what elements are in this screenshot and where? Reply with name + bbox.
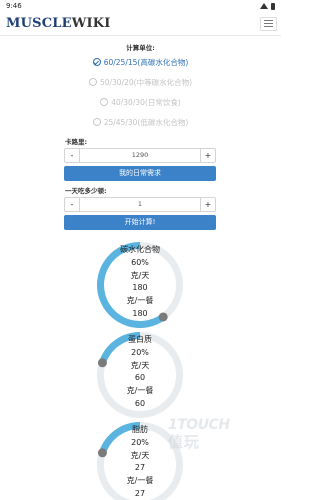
macro-per-day: 27 (134, 463, 146, 473)
radio-checked-icon[interactable] (92, 58, 101, 66)
meals-input[interactable]: 1 (80, 198, 200, 211)
calories-input[interactable]: 1290 (80, 149, 200, 162)
calories-minus-button[interactable]: - (65, 149, 80, 162)
radio-unchecked-icon[interactable] (100, 98, 109, 106)
meals-plus-button[interactable]: + (200, 198, 215, 211)
calc-unit-option-label: 25/45/30(低碳水化合物) (103, 117, 189, 127)
macro-unit-meal: 克/一餐 (126, 476, 154, 486)
calc-unit-option[interactable]: 50/30/20(中等碳水化合物) (0, 72, 281, 92)
macro-unit-day: 克/天 (130, 360, 150, 370)
calc-unit-title: 计算单位: (126, 44, 155, 52)
macro-percent: 20% (131, 347, 149, 357)
macro-name: 蛋白质 (128, 335, 152, 344)
calc-unit-options: 60/25/15(高碳水化合物) 50/30/20(中等碳水化合物) 40/30/3… (0, 52, 281, 132)
battery-icon (271, 2, 275, 10)
macro-percent: 60% (131, 257, 149, 267)
macro-per-day: 180 (132, 283, 148, 293)
status-bar: 9:46 (0, 0, 281, 12)
calories-plus-button[interactable]: + (200, 149, 215, 162)
calories-stepper: - 1290 + (64, 148, 216, 163)
macro-unit-day: 克/天 (130, 270, 150, 280)
calories-label: 卡路里: (65, 138, 88, 146)
macro-donut: 碳水化合物 60% 克/天 180 克/一餐 180 (95, 240, 185, 330)
logo[interactable]: MUSCLEWIKI (6, 16, 111, 31)
macro-unit-meal: 克/一餐 (126, 386, 154, 396)
macro-per-meal: 27 (134, 488, 146, 498)
radio-unchecked-icon[interactable] (92, 118, 101, 126)
meals-label: 一天吃多少顿: (65, 187, 107, 195)
meals-stepper: - 1 + (64, 197, 216, 212)
calc-unit-option-label: 40/30/30(日常饮食) (111, 97, 181, 107)
macro-donut: 蛋白质 20% 克/天 60 克/一餐 60 (95, 330, 185, 420)
macro-name: 碳水化合物 (120, 245, 160, 254)
hamburger-menu-button[interactable] (260, 16, 277, 31)
macro-unit-meal: 克/一餐 (126, 296, 154, 306)
signal-icon (260, 3, 268, 9)
macro-per-meal: 180 (132, 308, 148, 318)
status-time: 9:46 (6, 2, 22, 10)
macro-per-meal: 60 (134, 398, 146, 408)
meals-minus-button[interactable]: - (65, 198, 80, 211)
menu-icon (264, 20, 273, 21)
calc-unit-option[interactable]: 25/45/30(低碳水化合物) (0, 112, 281, 132)
calc-unit-option[interactable]: 40/30/30(日常饮食) (0, 92, 281, 112)
calc-unit-option-label: 60/25/15(高碳水化合物) (103, 57, 189, 67)
navbar: MUSCLEWIKI (0, 12, 281, 36)
macro-per-day: 60 (134, 373, 146, 383)
watermark-logo: 1TOUCH 值玩 (168, 417, 230, 451)
calc-unit-option-label: 50/30/20(中等碳水化合物) (99, 77, 193, 87)
calculate-button[interactable]: 开始计算! (64, 215, 216, 230)
radio-unchecked-icon[interactable] (88, 78, 97, 86)
daily-needs-button[interactable]: 我的日常需求 (64, 166, 216, 181)
calc-unit-option[interactable]: 60/25/15(高碳水化合物) (0, 52, 281, 72)
